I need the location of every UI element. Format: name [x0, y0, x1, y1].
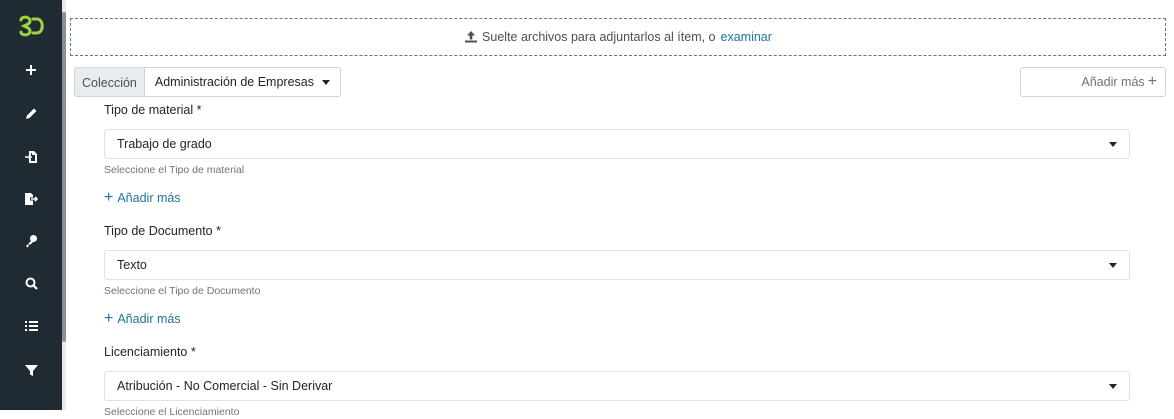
list-icon[interactable]	[0, 308, 62, 344]
import-icon[interactable]	[0, 139, 62, 175]
select-value: Atribución - No Comercial - Sin Derivar	[117, 379, 333, 393]
plus-icon: +	[104, 310, 114, 327]
caret-down-icon	[1109, 262, 1117, 268]
export-icon[interactable]	[0, 181, 62, 217]
plus-icon: +	[1147, 73, 1157, 90]
filter-icon[interactable]	[0, 352, 62, 388]
add-more-link[interactable]: + Añadir más	[104, 310, 181, 327]
file-dropzone[interactable]: Suelte archivos para adjuntarlos al ítem…	[70, 18, 1166, 56]
add-more-label: Añadir más	[117, 312, 181, 326]
key-icon[interactable]	[0, 223, 62, 259]
add-more-label: Añadir más	[1081, 75, 1145, 89]
field-tipo-documento: Tipo de Documento * Texto Seleccione el …	[104, 222, 1130, 328]
collection-select[interactable]: Administración de Empresas	[143, 67, 342, 97]
search-icon[interactable]	[0, 265, 62, 301]
field-label: Licenciamiento *	[104, 345, 196, 359]
caret-down-icon	[322, 80, 331, 86]
field-label: Tipo de material *	[104, 103, 202, 117]
caret-down-icon	[1109, 383, 1117, 389]
pencil-icon[interactable]	[0, 96, 62, 132]
browse-link[interactable]: examinar	[721, 30, 772, 44]
caret-down-icon	[1109, 141, 1117, 147]
collection-label: Colección	[74, 67, 144, 97]
plus-icon[interactable]	[0, 52, 62, 88]
select-value: Texto	[117, 258, 147, 272]
tipo-documento-select[interactable]: Texto	[104, 250, 1130, 280]
add-more-label: Añadir más	[117, 191, 181, 205]
field-label: Tipo de Documento *	[104, 224, 221, 238]
add-more-link[interactable]: + Añadir más	[104, 189, 181, 206]
field-tipo-material: Tipo de material * Trabajo de grado Sele…	[104, 101, 1130, 207]
logo-icon[interactable]	[0, 6, 62, 46]
dropzone-text: Suelte archivos para adjuntarlos al ítem…	[482, 30, 716, 44]
field-help: Seleccione el Tipo de Documento	[104, 285, 261, 297]
main-content: Suelte archivos para adjuntarlos al ítem…	[66, 0, 1174, 418]
upload-icon	[464, 31, 478, 43]
collection-value: Administración de Empresas	[154, 75, 314, 89]
tipo-material-select[interactable]: Trabajo de grado	[104, 129, 1130, 159]
sidebar	[0, 0, 62, 410]
collection-group: Colección Administración de Empresas	[74, 67, 342, 97]
select-value: Trabajo de grado	[117, 137, 212, 151]
field-licenciamiento: Licenciamiento * Atribución - No Comerci…	[104, 343, 1130, 419]
licenciamiento-select[interactable]: Atribución - No Comercial - Sin Derivar	[104, 371, 1130, 401]
field-help: Seleccione el Tipo de material	[104, 164, 245, 176]
field-help: Seleccione el Licenciamiento	[104, 406, 240, 418]
add-more-button[interactable]: Añadir más +	[1020, 67, 1166, 97]
plus-icon: +	[104, 189, 114, 206]
